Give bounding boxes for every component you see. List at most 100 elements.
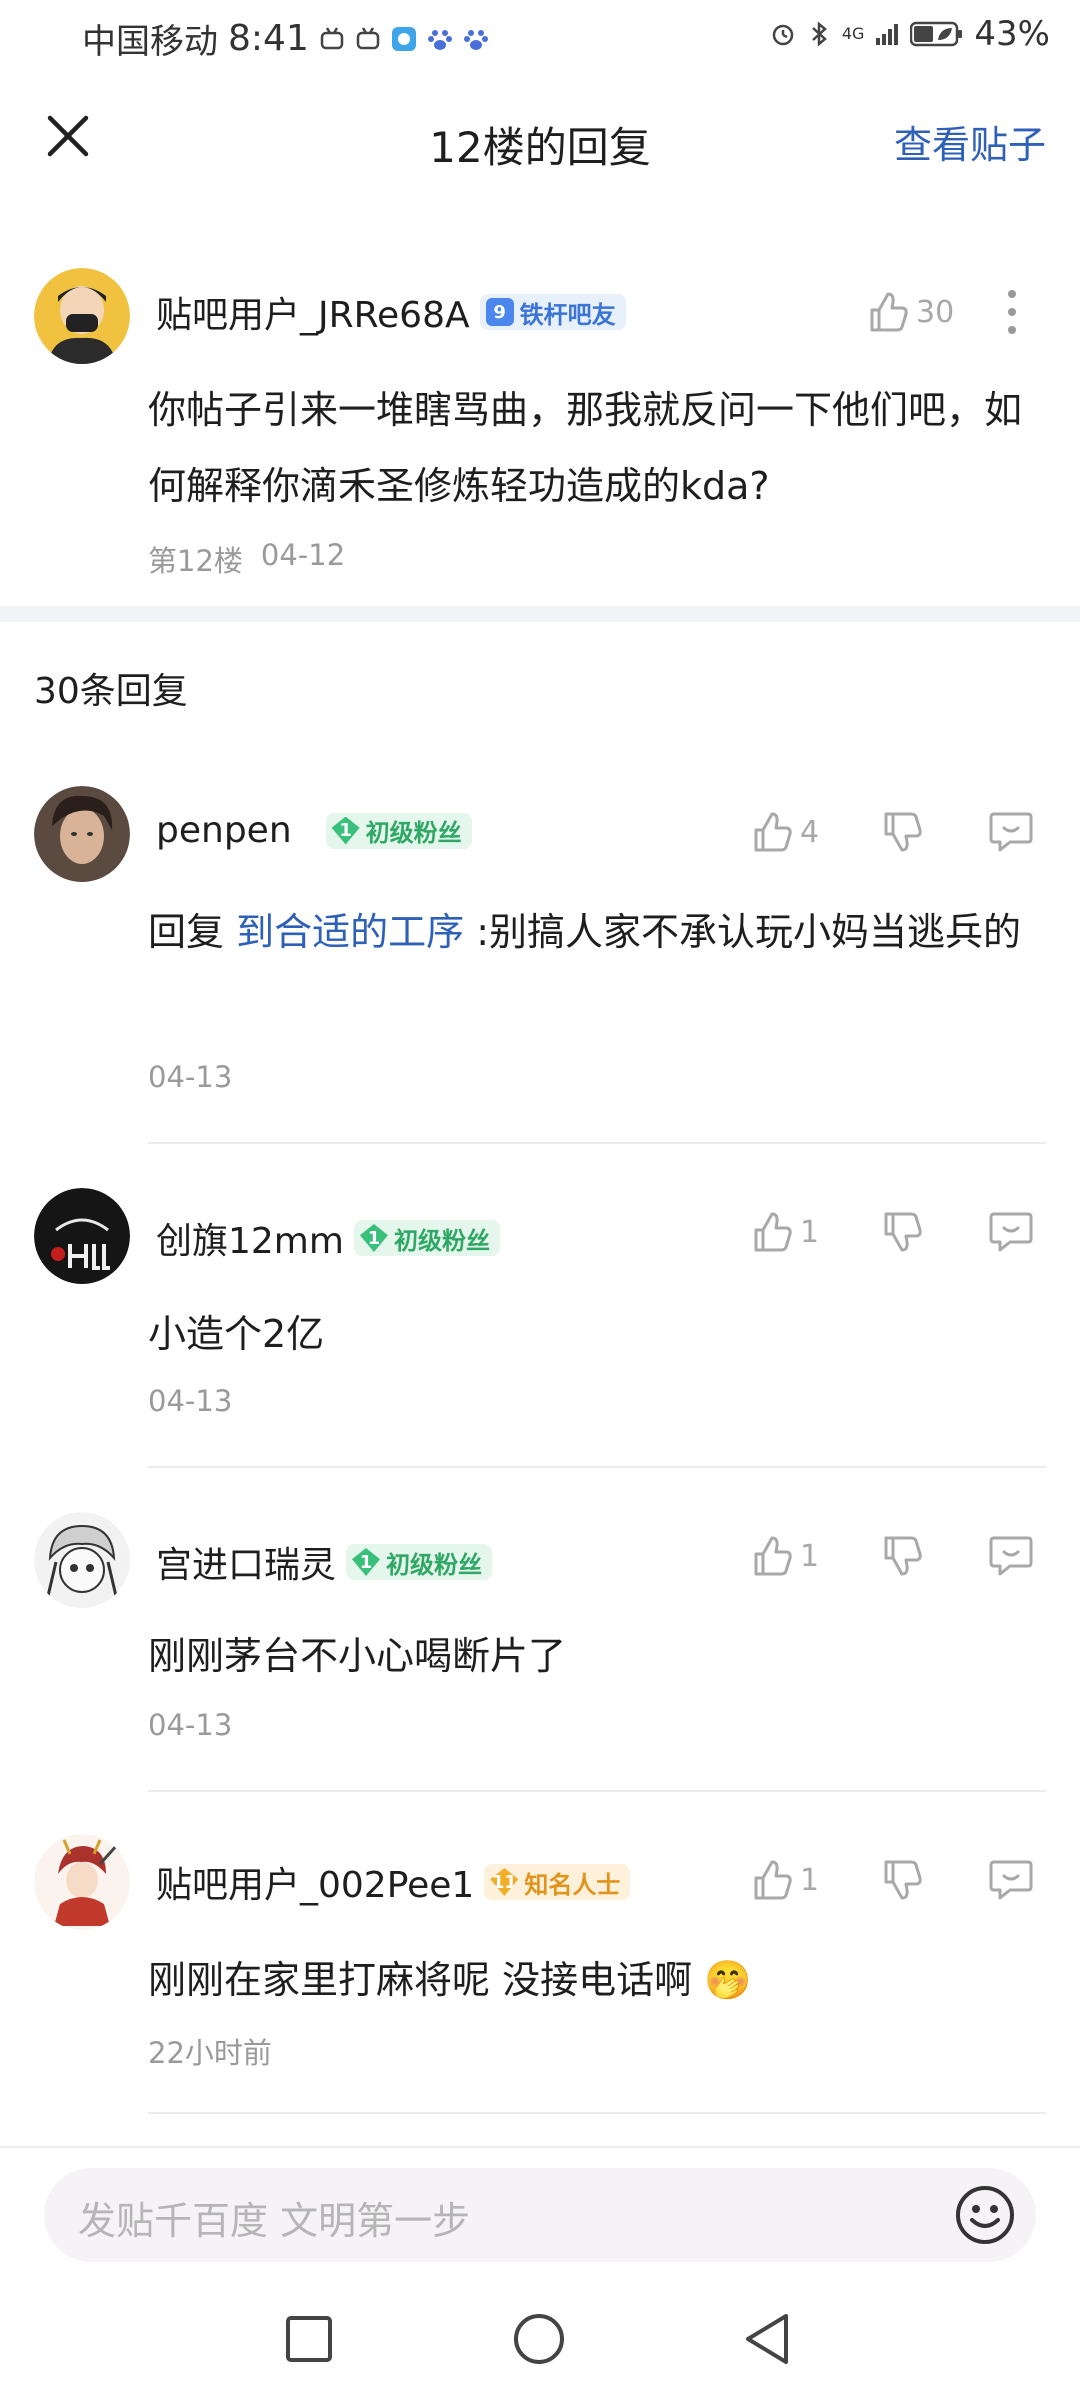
- section-separator: [0, 606, 1080, 622]
- fan-level-badge: 9 铁杆吧友: [479, 294, 626, 330]
- app-notification-icon: [391, 26, 416, 51]
- reply-text: 刚刚茅台不小心喝断片了: [148, 1634, 567, 1678]
- username[interactable]: 贴吧用户_002Pee1: [156, 1856, 474, 1908]
- thumbs-up-icon: [754, 1536, 792, 1576]
- avatar[interactable]: [34, 268, 130, 364]
- home-icon[interactable]: [512, 2312, 566, 2366]
- reply-text: 刚刚在家里打麻将呢 没接电话啊 🤭: [148, 1942, 1038, 2018]
- emoji-icon[interactable]: [954, 2184, 1016, 2246]
- reply-avatar[interactable]: [34, 1834, 130, 1934]
- baidu-paw-icon: [463, 29, 488, 50]
- avatar[interactable]: [34, 1188, 130, 1284]
- username[interactable]: penpen: [156, 810, 292, 851]
- back-icon[interactable]: [742, 2312, 792, 2366]
- carrier-name: 中国移动: [82, 22, 218, 62]
- reply-avatar[interactable]: [34, 786, 130, 886]
- like-button[interactable]: 1: [750, 1534, 819, 1578]
- badge-level: 9: [485, 298, 514, 326]
- signal-icon: [876, 24, 899, 45]
- fan-level-badge: 1 初级粉丝: [353, 1220, 500, 1256]
- input-top-border: [0, 2146, 1080, 2148]
- emoji: 🤭: [704, 1958, 752, 2002]
- alarm-icon: [772, 24, 794, 46]
- status-bar: 中国移动 8:41 4G 43%: [0, 0, 1080, 72]
- reply-avatar[interactable]: [34, 1188, 130, 1288]
- avatar[interactable]: [34, 786, 130, 882]
- reply-time: 04-13: [148, 1708, 233, 1742]
- badge-label: 铁杆吧友: [519, 300, 616, 329]
- avatar[interactable]: [34, 1512, 130, 1608]
- reply-to-user-link[interactable]: 到合适的工序: [236, 910, 464, 954]
- badge-label: 初级粉丝: [393, 1226, 490, 1255]
- thumbs-down-icon[interactable]: [880, 1210, 924, 1254]
- like-count: 1: [800, 1862, 820, 1898]
- main-post-user-row: 贴吧用户_JRRe68A 9 铁杆吧友: [156, 286, 626, 338]
- reply-text: 小造个2亿: [148, 1312, 325, 1356]
- bilibili-icon: [356, 26, 380, 49]
- like-button[interactable]: 4: [750, 810, 819, 854]
- reply-prefix: 回复: [148, 910, 225, 954]
- battery-icon: [910, 21, 963, 47]
- like-count: 4: [800, 814, 820, 850]
- system-nav-bar: [0, 2290, 1080, 2400]
- badge-label: 初级粉丝: [386, 1550, 483, 1579]
- like-button[interactable]: 30: [866, 290, 954, 334]
- thumbs-up-icon: [754, 812, 792, 852]
- thumbs-up-icon: [754, 1860, 792, 1900]
- top-header: 12楼的回复 查看贴子: [0, 100, 1080, 180]
- status-right: 4G 43%: [770, 14, 1050, 54]
- main-post-text: 你帖子引来一堆瞎骂曲，那我就反问一下他们吧，如何解释你滴禾圣修炼轻功造成的kda…: [148, 388, 1023, 508]
- badge-level: 1: [359, 1224, 388, 1252]
- view-post-button[interactable]: 查看贴子: [894, 114, 1046, 169]
- input-placeholder: 发贴千百度 文明第一步: [78, 2199, 471, 2243]
- battery-percent: 43%: [974, 14, 1050, 54]
- divider: [148, 2112, 1046, 2114]
- comment-icon[interactable]: [988, 810, 1034, 854]
- fan-level-badge: 11 知名人士: [484, 1864, 631, 1900]
- like-button[interactable]: 1: [750, 1210, 819, 1254]
- reply-time: 04-13: [148, 1060, 233, 1094]
- main-post-avatar[interactable]: [34, 268, 130, 368]
- comment-icon[interactable]: [988, 1858, 1034, 1902]
- thumbs-up-icon: [754, 1212, 792, 1252]
- username[interactable]: 创旗12mm: [156, 1212, 344, 1264]
- thumbs-down-icon[interactable]: [880, 1858, 924, 1902]
- thumbs-down-icon[interactable]: [880, 1534, 924, 1578]
- thumbs-down-icon[interactable]: [880, 810, 924, 854]
- clock: 8:41: [228, 18, 309, 59]
- divider: [148, 1466, 1046, 1468]
- bilibili-icon: [320, 26, 344, 49]
- like-count: 30: [916, 294, 955, 330]
- post-date: 04-12: [260, 538, 346, 572]
- reply-user-row: 创旗12mm 1 初级粉丝: [156, 1212, 500, 1264]
- badge-label: 知名人士: [524, 1870, 621, 1899]
- reply-time: 04-13: [148, 1384, 233, 1418]
- main-post-meta: 第12楼 04-12: [148, 538, 345, 580]
- like-count: 1: [800, 1538, 820, 1574]
- reply-avatar[interactable]: [34, 1512, 130, 1612]
- avatar[interactable]: [34, 1834, 130, 1930]
- badge-label: 初级粉丝: [365, 819, 462, 847]
- fan-level-badge: 1 初级粉丝: [346, 1544, 493, 1580]
- network-type: 4G: [841, 24, 865, 43]
- badge-level: 11: [490, 1868, 519, 1896]
- username[interactable]: 宫进口瑞灵: [156, 1536, 336, 1588]
- comment-icon[interactable]: [988, 1210, 1034, 1254]
- reply-user-row: 宫进口瑞灵 1 初级粉丝: [156, 1536, 493, 1588]
- comment-input[interactable]: 发贴千百度 文明第一步: [44, 2168, 1036, 2262]
- username[interactable]: 贴吧用户_JRRe68A: [156, 286, 470, 338]
- reply-text: 回复 到合适的工序 :别搞人家不承认玩小妈当逃兵的: [148, 894, 1038, 970]
- like-count: 1: [800, 1214, 820, 1250]
- reply-user-row: penpen 1 初级粉丝: [156, 810, 472, 851]
- status-left: 中国移动 8:41: [82, 14, 489, 63]
- more-options-icon[interactable]: [998, 286, 1026, 338]
- floor-number: 第12楼: [148, 544, 243, 578]
- reply-time: 22小时前: [148, 2036, 272, 2070]
- divider: [148, 1142, 1046, 1144]
- fan-level-badge: 1 初级粉丝: [325, 812, 472, 849]
- reply-body: 刚刚在家里打麻将呢 没接电话啊: [148, 1958, 693, 2002]
- like-button[interactable]: 1: [750, 1858, 819, 1902]
- recent-apps-icon[interactable]: [284, 2314, 334, 2364]
- thumbs-up-icon: [870, 292, 908, 332]
- comment-icon[interactable]: [988, 1534, 1034, 1578]
